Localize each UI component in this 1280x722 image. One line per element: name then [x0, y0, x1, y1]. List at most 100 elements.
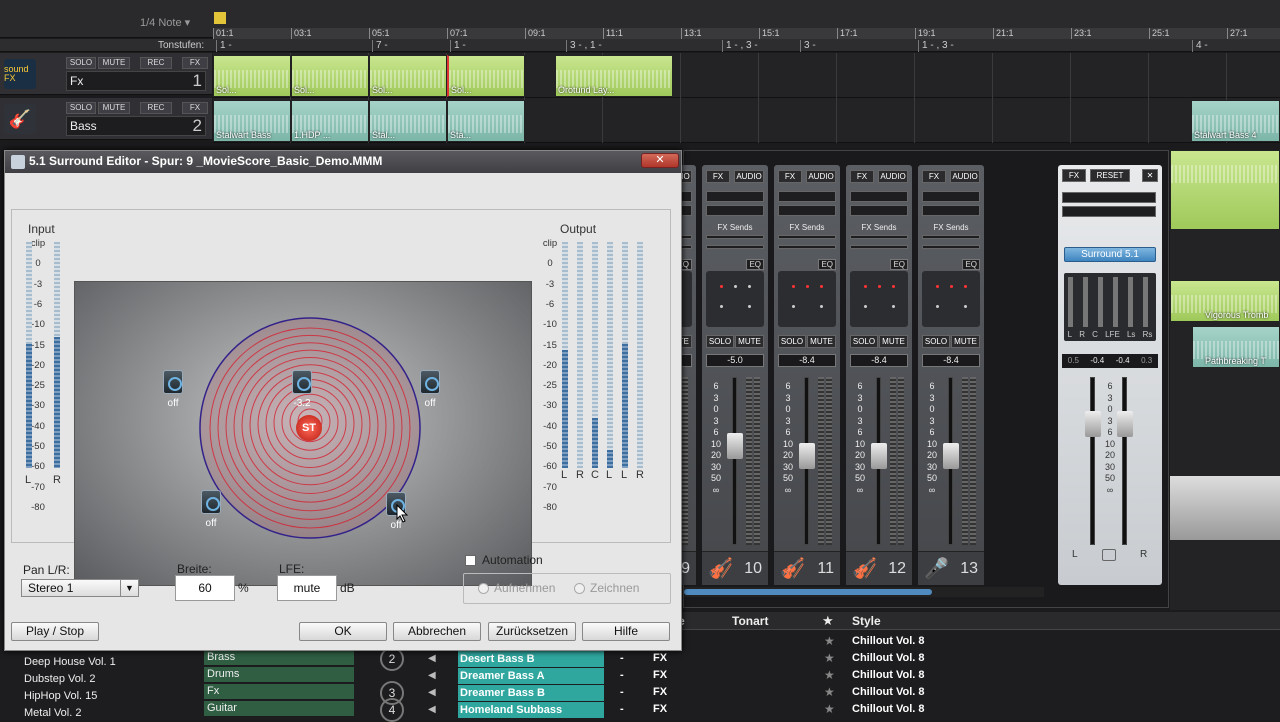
- track-header-bass[interactable]: 🎸 SOLO MUTE REC FX Bass 2: [0, 98, 212, 140]
- fx-button[interactable]: FX: [922, 170, 946, 183]
- master-fader-knob[interactable]: [1117, 411, 1133, 437]
- fx-send-slider[interactable]: [706, 245, 764, 249]
- speaker-center-icon[interactable]: [292, 370, 312, 394]
- speaker-rear-left-icon[interactable]: [201, 490, 221, 514]
- category-item[interactable]: Drums: [204, 667, 354, 683]
- speaker-icon[interactable]: ◀: [428, 704, 436, 715]
- lfe-input[interactable]: mute: [277, 575, 337, 601]
- clip[interactable]: Orotund Lay...: [555, 55, 673, 97]
- mute-button[interactable]: MUTE: [98, 57, 130, 69]
- volume-fader[interactable]: [732, 377, 737, 545]
- favorite-star-icon[interactable]: ★: [824, 634, 835, 648]
- fx-send-slider[interactable]: [922, 245, 980, 249]
- tonstufen-marker[interactable]: 1 - , 3 -: [918, 40, 954, 52]
- fx-button[interactable]: FX: [182, 102, 208, 114]
- cancel-button[interactable]: Abbrechen: [393, 622, 481, 641]
- marker-icon[interactable]: [214, 12, 226, 24]
- automation-checkbox[interactable]: [465, 555, 476, 566]
- close-button[interactable]: ✕: [641, 153, 679, 168]
- tonstufen-marker[interactable]: 1 -: [216, 40, 232, 52]
- reset-button[interactable]: RESET: [1090, 169, 1130, 182]
- clip[interactable]: Pathbreaking T: [1192, 326, 1280, 368]
- record-button[interactable]: REC: [140, 102, 172, 114]
- note-value-select[interactable]: 1/4 Note ▾: [140, 16, 190, 29]
- solo-button[interactable]: SOLO: [66, 57, 96, 69]
- output-select[interactable]: [778, 205, 836, 216]
- tonstufen-marker[interactable]: 1 - , 3 -: [722, 40, 758, 52]
- fx-send-slider[interactable]: [778, 235, 836, 239]
- fx-button[interactable]: FX: [182, 57, 208, 69]
- favorite-star-icon[interactable]: ★: [824, 685, 835, 699]
- mixer-scrollbar[interactable]: [684, 587, 1044, 597]
- clip[interactable]: Stalwart Bass: [213, 100, 291, 142]
- master-fader-left[interactable]: [1090, 377, 1095, 545]
- output-select[interactable]: [922, 205, 980, 216]
- clip[interactable]: Stalwart Bass 4: [1191, 100, 1280, 142]
- fx-send-slider[interactable]: [850, 235, 908, 239]
- eq-button[interactable]: EQ: [818, 259, 836, 270]
- solo-button[interactable]: SOLO: [778, 335, 806, 348]
- reset-button[interactable]: Zurücksetzen: [488, 622, 576, 641]
- library-item[interactable]: Dubstep Vol. 2: [24, 673, 96, 685]
- dialog-title[interactable]: 5.1 Surround Editor - Spur: 9 _MovieScor…: [5, 151, 681, 173]
- tonstufen-marker[interactable]: 1 -: [450, 40, 466, 52]
- audio-button[interactable]: AUDIO: [806, 170, 836, 183]
- column-header-key[interactable]: Tonart: [732, 614, 768, 628]
- surround-pan-preview[interactable]: [778, 271, 836, 327]
- mute-button[interactable]: MUTE: [951, 335, 980, 348]
- fx-send-slider[interactable]: [922, 235, 980, 239]
- fader-knob[interactable]: [799, 443, 815, 469]
- play-stop-button[interactable]: Play / Stop: [11, 622, 99, 641]
- input-select[interactable]: [850, 191, 908, 202]
- audio-button[interactable]: AUDIO: [734, 170, 764, 183]
- input-select[interactable]: [922, 191, 980, 202]
- master-output-select[interactable]: [1062, 206, 1156, 217]
- solo-button[interactable]: SOLO: [922, 335, 950, 348]
- width-input[interactable]: 60: [175, 575, 235, 601]
- track-lane-bass[interactable]: Stalwart Bass 1.HDP ... Stal... Sta... S…: [213, 98, 1280, 143]
- mute-button[interactable]: MUTE: [807, 335, 836, 348]
- pan-select[interactable]: Stereo 1 ▼: [21, 579, 139, 597]
- draw-radio[interactable]: [574, 583, 585, 594]
- master-fader-knob[interactable]: [1085, 411, 1101, 437]
- tonstufen-marker[interactable]: 4 -: [1192, 40, 1208, 52]
- output-select[interactable]: [850, 205, 908, 216]
- tonstufen-marker[interactable]: 3 - , 1 -: [566, 40, 602, 52]
- solo-button[interactable]: SOLO: [706, 335, 734, 348]
- mute-button[interactable]: MUTE: [879, 335, 908, 348]
- eq-button[interactable]: EQ: [890, 259, 908, 270]
- eq-button[interactable]: EQ: [746, 259, 764, 270]
- speaker-icon[interactable]: ◀: [428, 653, 436, 664]
- result-name[interactable]: Dreamer Bass A: [458, 668, 604, 684]
- library-item[interactable]: Deep House Vol. 1: [24, 656, 116, 668]
- category-item[interactable]: Guitar: [204, 701, 354, 717]
- solo-button[interactable]: SOLO: [850, 335, 878, 348]
- fx-button[interactable]: FX: [778, 170, 802, 183]
- surround-5-1-button[interactable]: Surround 5.1: [1064, 247, 1156, 262]
- eq-button[interactable]: EQ: [962, 259, 980, 270]
- fx-send-slider[interactable]: [850, 245, 908, 249]
- favorite-star-icon[interactable]: ★: [824, 668, 835, 682]
- result-name[interactable]: Dreamer Bass B: [458, 685, 604, 701]
- library-item[interactable]: HipHop Vol. 15: [24, 690, 97, 702]
- speaker-icon[interactable]: ◀: [428, 670, 436, 681]
- clip[interactable]: Sol...: [447, 55, 525, 97]
- master-input-select[interactable]: [1062, 192, 1156, 203]
- master-fader-right[interactable]: [1122, 377, 1127, 545]
- track-name[interactable]: Fx: [66, 71, 206, 91]
- input-select[interactable]: [778, 191, 836, 202]
- favorite-star-icon[interactable]: ★: [824, 651, 835, 665]
- surround-pan-preview[interactable]: [706, 271, 764, 327]
- fader-knob[interactable]: [943, 443, 959, 469]
- surround-pan-preview[interactable]: [922, 271, 980, 327]
- record-radio[interactable]: [478, 583, 489, 594]
- category-item[interactable]: Fx: [204, 684, 354, 700]
- arranger-right[interactable]: Vigorous Tromb Pathbreaking T: [1170, 150, 1280, 610]
- clip[interactable]: Sol...: [213, 55, 291, 97]
- mute-button[interactable]: MUTE: [98, 102, 130, 114]
- help-button[interactable]: Hilfe: [582, 622, 670, 641]
- audio-button[interactable]: AUDIO: [878, 170, 908, 183]
- surround-pan-preview[interactable]: [850, 271, 908, 327]
- clip[interactable]: Sta...: [447, 100, 525, 142]
- tonstufen-marker[interactable]: 3 -: [800, 40, 816, 52]
